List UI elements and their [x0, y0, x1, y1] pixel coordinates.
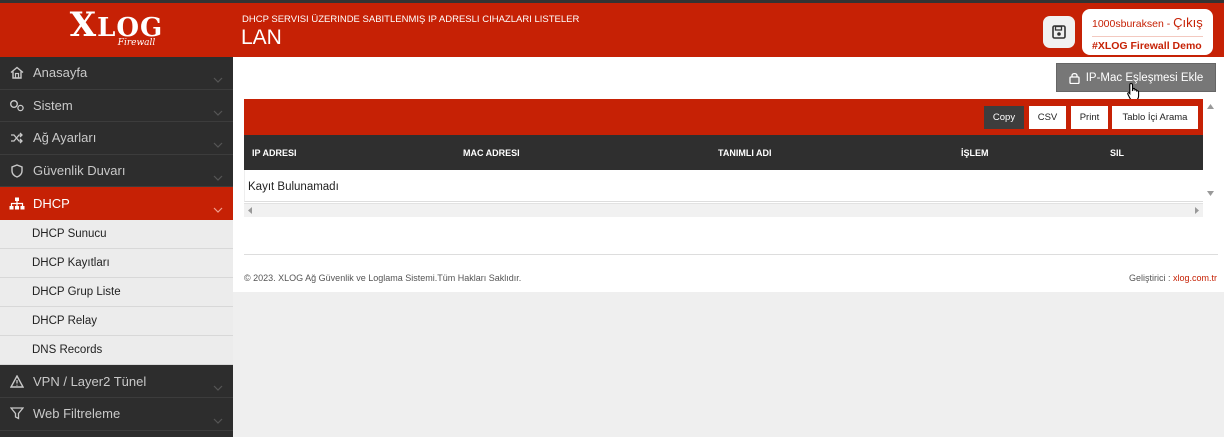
vertical-scrollbar[interactable]: [1203, 99, 1218, 203]
chevron-down-icon: [213, 201, 223, 216]
page-subtitle: DHCP SERVISI ÜZERINDE SABITLENMIŞ IP ADR…: [242, 14, 580, 25]
sidebar-item-vpn[interactable]: VPN / Layer2 Tünel: [0, 365, 233, 398]
developer-link[interactable]: xlog.com.tr: [1173, 273, 1217, 283]
sidebar-item-guvenlik-duvari[interactable]: Güvenlik Duvarı: [0, 155, 233, 188]
scroll-up-icon: [1207, 104, 1214, 109]
footer-divider: [244, 254, 1218, 255]
warning-icon: [9, 374, 25, 388]
sidebar-subitem-dhcp-grup-liste[interactable]: DHCP Grup Liste: [0, 278, 233, 308]
logout-link[interactable]: Çıkış: [1173, 15, 1203, 30]
user-box: 1000sburaksen - Çıkış #XLOG Firewall Dem…: [1082, 9, 1213, 55]
lock-icon: [1069, 72, 1080, 84]
sidebar-item-label: DHCP: [33, 196, 70, 212]
empty-row: Kayıt Bulunamadı: [244, 170, 1203, 202]
sidebar-item-label: Ağ Ayarları: [33, 130, 97, 146]
chevron-down-icon: [213, 136, 223, 151]
logo-subtitle: Firewall: [117, 38, 156, 48]
sidebar-item-label: Güvenlik Duvarı: [33, 163, 126, 179]
page-title: LAN: [241, 26, 282, 49]
sidebar-item-label: VPN / Layer2 Tünel: [33, 373, 147, 389]
add-button-label: IP-Mac Eşleşmesi Ekle: [1085, 71, 1204, 84]
sidebar-item-label: Web Filtreleme: [33, 406, 121, 422]
table-header: IP ADRESI MAC ADRESI TANIMLI ADI İŞLEM S…: [244, 135, 1203, 170]
home-icon: [9, 66, 25, 79]
chevron-down-icon: [213, 71, 223, 86]
column-header-mac[interactable]: MAC ADRESI: [463, 148, 520, 158]
sidebar: Anasayfa Sistem Ağ Ayarları Güvenlik Duv…: [0, 57, 233, 437]
filter-icon: [9, 407, 25, 420]
logout-separator: -: [1163, 18, 1174, 30]
column-header-ip[interactable]: IP ADRESI: [252, 148, 297, 158]
sidebar-subitem-dhcp-relay[interactable]: DHCP Relay: [0, 307, 233, 337]
logo-text: XLOG: [70, 8, 164, 42]
sidebar-subitem-dns-records[interactable]: DNS Records: [0, 336, 233, 366]
user-line: 1000sburaksen - Çıkış: [1092, 15, 1203, 30]
data-table: Copy CSV Print Tablo İçi Arama IP ADRESI…: [244, 99, 1218, 217]
scroll-right-icon: [1195, 207, 1199, 214]
sidebar-item-web-filtreleme[interactable]: Web Filtreleme: [0, 398, 233, 431]
shield-icon: [9, 163, 25, 178]
scroll-down-icon: [1207, 191, 1214, 196]
horizontal-scrollbar[interactable]: [244, 203, 1203, 217]
print-button[interactable]: Print: [1071, 106, 1108, 129]
csv-button[interactable]: CSV: [1029, 106, 1066, 129]
table-toolbar: Copy CSV Print Tablo İçi Arama: [244, 99, 1203, 135]
sidebar-item-sistem[interactable]: Sistem: [0, 90, 233, 123]
chevron-down-icon: [213, 379, 223, 394]
demo-label: #XLOG Firewall Demo: [1092, 36, 1203, 52]
chevron-down-icon: [213, 104, 223, 119]
brand-logo[interactable]: XLOG Firewall: [0, 3, 233, 57]
footer-developer: Geliştirici : xlog.com.tr: [1129, 273, 1217, 283]
shuffle-icon: [9, 132, 25, 144]
main-content: IP-Mac Eşleşmesi Ekle Copy CSV Print Tab…: [233, 57, 1224, 292]
chevron-down-icon: [213, 169, 223, 184]
sidebar-item-dhcp[interactable]: DHCP: [0, 187, 233, 221]
column-header-name[interactable]: TANIMLI ADI: [718, 148, 772, 158]
developer-label: Geliştirici :: [1128, 273, 1173, 283]
column-header-action[interactable]: İŞLEM: [961, 148, 989, 158]
username[interactable]: 1000sburaksen: [1092, 18, 1164, 30]
chevron-down-icon: [213, 412, 223, 427]
sitemap-icon: [9, 197, 25, 210]
gears-icon: [9, 99, 25, 112]
sidebar-item-ag-ayarlari[interactable]: Ağ Ayarları: [0, 122, 233, 155]
top-bar: XLOG Firewall DHCP SERVISI ÜZERINDE SABI…: [0, 0, 1224, 57]
save-button[interactable]: [1043, 16, 1075, 48]
column-header-delete[interactable]: SIL: [1110, 148, 1124, 158]
sidebar-item-anasayfa[interactable]: Anasayfa: [0, 57, 233, 90]
table-search-button[interactable]: Tablo İçi Arama: [1112, 106, 1198, 129]
copy-button[interactable]: Copy: [984, 106, 1024, 129]
scroll-left-icon: [248, 207, 252, 214]
footer-copyright: © 2023. XLOG Ağ Güvenlik ve Loglama Sist…: [244, 273, 522, 283]
page-background: [233, 292, 1224, 437]
sidebar-item-label: Anasayfa: [33, 65, 88, 81]
save-icon: [1052, 25, 1066, 39]
sidebar-item-label: Sistem: [33, 97, 73, 113]
sidebar-subitem-dhcp-kayitlari[interactable]: DHCP Kayıtları: [0, 249, 233, 279]
sidebar-subitem-dhcp-sunucu[interactable]: DHCP Sunucu: [0, 220, 233, 250]
logo-x: X: [69, 5, 98, 45]
